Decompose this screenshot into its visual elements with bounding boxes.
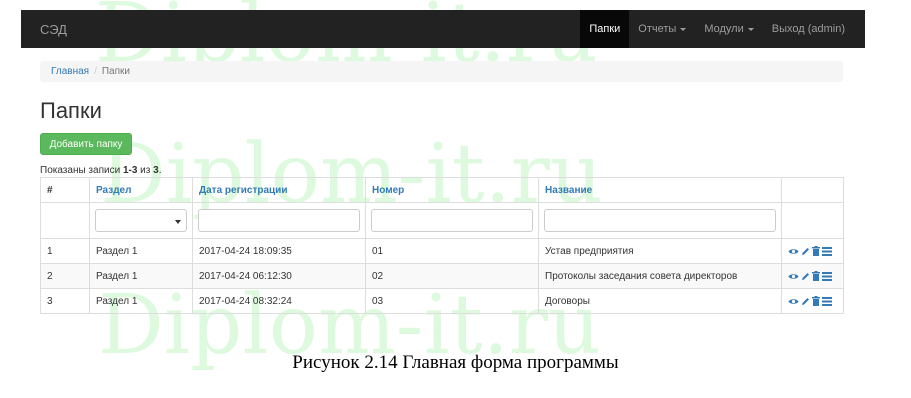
brand-link[interactable]: СЭД [40, 22, 67, 37]
nav-item-label: Выход (admin) [771, 23, 845, 35]
breadcrumb-home-link[interactable]: Главная [51, 66, 89, 77]
delete-trash-icon[interactable] [812, 246, 820, 256]
cell-num: 1 [40, 238, 90, 264]
cell-title: Устав предприятия [538, 238, 782, 264]
column-header-actions [781, 177, 844, 203]
sort-link-date[interactable]: Дата регистрации [199, 185, 287, 196]
cell-number: 03 [365, 288, 539, 314]
table-row: 2 Раздел 1 2017-04-24 06:12:30 02 Проток… [40, 263, 844, 289]
cell-actions [781, 263, 844, 289]
edit-pencil-icon[interactable] [801, 272, 810, 281]
summary-text: Показаны записи 1-3 из 3. [40, 165, 161, 176]
cell-title: Протоколы заседания совета директоров [538, 263, 782, 289]
view-eye-icon[interactable] [788, 297, 799, 306]
filter-row [40, 202, 844, 239]
column-header-title[interactable]: Название [538, 177, 782, 203]
cell-title: Договоры [538, 288, 782, 314]
table-row: 1 Раздел 1 2017-04-24 18:09:35 01 Устав … [40, 238, 844, 264]
filter-cell [781, 202, 844, 239]
nav-item-logout[interactable]: Выход (admin) [763, 10, 865, 48]
figure-caption: Рисунок 2.14 Главная форма программы [292, 352, 619, 373]
filter-cell [365, 202, 539, 239]
list-details-icon[interactable] [822, 296, 832, 306]
sort-link-title[interactable]: Название [545, 185, 592, 196]
cell-number: 01 [365, 238, 539, 264]
folders-table: # Раздел Дата регистрации Номер Название… [40, 177, 844, 314]
add-folder-button[interactable]: Добавить папку [40, 133, 132, 155]
column-header-section[interactable]: Раздел [89, 177, 193, 203]
delete-trash-icon[interactable] [812, 296, 820, 306]
cell-date: 2017-04-24 06:12:30 [192, 263, 366, 289]
cell-section: Раздел 1 [89, 263, 193, 289]
title-filter-input[interactable] [544, 209, 776, 232]
table-row: 3 Раздел 1 2017-04-24 08:32:24 03 Догово… [40, 288, 844, 314]
navbar: СЭД Папки Отчеты Модули Выход (admin) [21, 10, 865, 48]
nav-item-reports[interactable]: Отчеты [629, 10, 695, 48]
nav-item-label: Модули [704, 23, 744, 35]
caret-down-icon [680, 27, 687, 31]
cell-num: 2 [40, 263, 90, 289]
filter-cell [538, 202, 782, 239]
edit-pencil-icon[interactable] [801, 297, 810, 306]
cell-actions [781, 288, 844, 314]
summary-range: 1-3 [122, 165, 138, 176]
column-header-number[interactable]: Номер [365, 177, 539, 203]
column-header-num: # [40, 177, 90, 203]
page-title: Папки [40, 98, 102, 123]
cell-num: 3 [40, 288, 90, 314]
cell-actions [781, 238, 844, 264]
view-eye-icon[interactable] [788, 247, 799, 256]
nav-item-label: Отчеты [638, 23, 677, 35]
cell-section: Раздел 1 [89, 288, 193, 314]
delete-trash-icon[interactable] [812, 271, 820, 281]
summary-suffix: . [158, 165, 162, 176]
column-header-date[interactable]: Дата регистрации [192, 177, 366, 203]
nav-item-folders[interactable]: Папки [580, 10, 630, 48]
cell-number: 02 [365, 263, 539, 289]
caret-down-icon [747, 27, 754, 31]
summary-prefix: Показаны записи [40, 165, 123, 176]
list-details-icon[interactable] [822, 271, 832, 281]
breadcrumb-separator: / [94, 66, 97, 77]
filter-cell [192, 202, 366, 239]
filter-cell [89, 202, 193, 239]
breadcrumb-current: Папки [101, 66, 130, 77]
nav-item-modules[interactable]: Модули [695, 10, 762, 48]
number-filter-input[interactable] [371, 209, 533, 232]
cell-date: 2017-04-24 18:09:35 [192, 238, 366, 264]
view-eye-icon[interactable] [788, 272, 799, 281]
section-filter-select[interactable] [95, 209, 187, 232]
breadcrumb: Главная / Папки [40, 61, 843, 82]
sort-link-section[interactable]: Раздел [96, 185, 131, 196]
cell-date: 2017-04-24 08:32:24 [192, 288, 366, 314]
filter-cell [40, 202, 90, 239]
sort-link-number[interactable]: Номер [372, 185, 404, 196]
edit-pencil-icon[interactable] [801, 247, 810, 256]
list-details-icon[interactable] [822, 246, 832, 256]
cell-section: Раздел 1 [89, 238, 193, 264]
nav-menu: Папки Отчеты Модули Выход (admin) [580, 10, 865, 48]
nav-item-label: Папки [589, 23, 621, 35]
summary-middle: из [137, 165, 154, 176]
date-filter-input[interactable] [198, 209, 360, 232]
